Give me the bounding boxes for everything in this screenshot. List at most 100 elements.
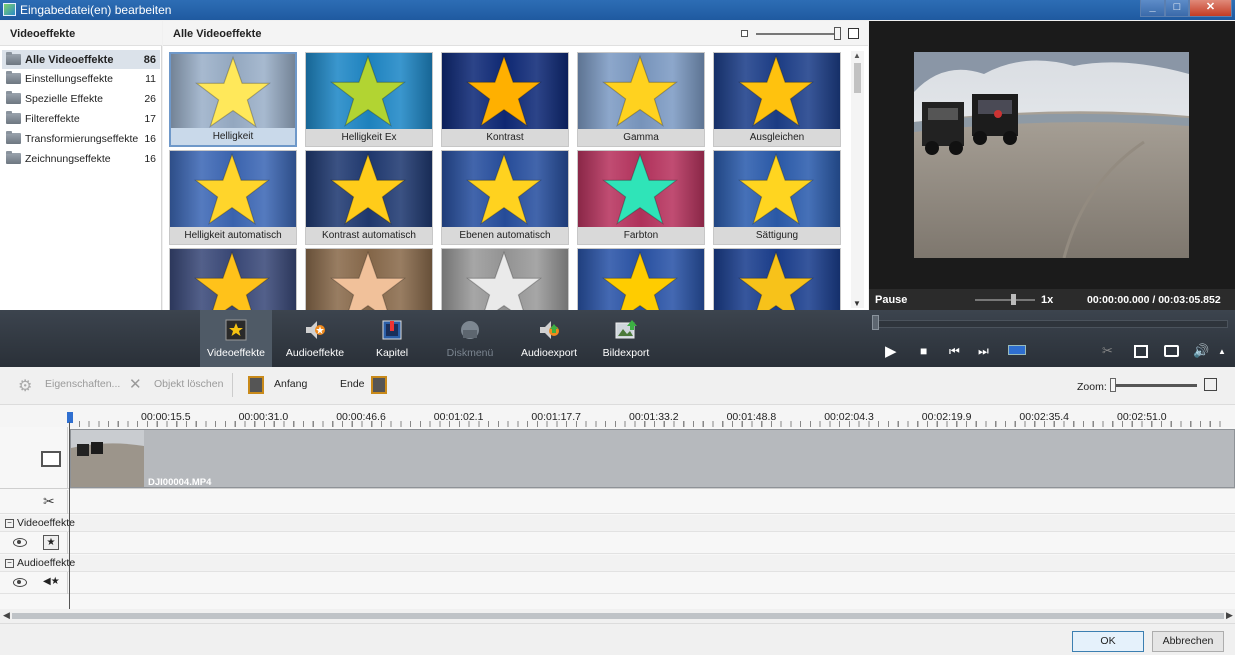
effect-tile[interactable]: Farbton xyxy=(577,150,705,245)
seek-handle[interactable] xyxy=(872,315,879,330)
thumbnail-size-handle[interactable] xyxy=(834,27,841,40)
video-effects-icon xyxy=(224,318,248,342)
tool-videoeffekte[interactable]: Videoeffekte xyxy=(200,310,272,367)
end-marker-button[interactable]: Ende xyxy=(340,378,365,390)
cut-icon[interactable]: ✂ xyxy=(1102,343,1113,359)
timeline-scrollbar[interactable]: ◀ ▶ xyxy=(0,609,1235,623)
effect-tile[interactable]: Ausgleichen xyxy=(713,52,841,147)
effect-label: Farbton xyxy=(578,227,704,244)
scroll-thumb[interactable] xyxy=(12,613,1224,619)
thumbnail-size-slider[interactable] xyxy=(756,33,838,35)
scissors-icon[interactable]: ✂ xyxy=(43,493,55,510)
seek-bar[interactable] xyxy=(877,320,1228,328)
volume-icon[interactable]: 🔊 xyxy=(1193,343,1209,359)
ok-button[interactable]: OK xyxy=(1072,631,1144,652)
large-thumbnail-icon[interactable] xyxy=(848,28,859,39)
tool-bildexport[interactable]: Bildexport xyxy=(590,310,662,367)
video-effect-star-icon[interactable]: ★ xyxy=(43,535,59,550)
stop-icon[interactable]: ■ xyxy=(920,344,927,358)
effect-tile[interactable] xyxy=(577,248,705,310)
playhead-handle[interactable] xyxy=(67,412,73,423)
effect-tile[interactable]: Kontrast xyxy=(441,52,569,147)
effect-tile[interactable]: Ebenen automatisch xyxy=(441,150,569,245)
effect-thumbnail xyxy=(306,249,432,310)
title-bar: Eingabedatei(en) bearbeiten _ □ ✕ xyxy=(0,0,1235,20)
close-button[interactable]: ✕ xyxy=(1189,0,1232,17)
star-icon xyxy=(465,250,543,310)
zoom-slider[interactable] xyxy=(1113,384,1197,387)
zoom-handle[interactable] xyxy=(1110,378,1116,392)
video-clip[interactable]: DJI00004.MP4 xyxy=(70,429,1235,488)
app-icon xyxy=(3,3,16,16)
end-marker-icon[interactable] xyxy=(371,376,387,394)
scroll-left-icon[interactable]: ◀ xyxy=(3,610,10,621)
star-icon xyxy=(737,152,815,225)
category-item-filtereffekte[interactable]: Filtereffekte 17 xyxy=(2,109,160,128)
audio-effects-section[interactable]: − Audioeffekte xyxy=(0,555,1235,572)
minimize-button[interactable]: _ xyxy=(1140,0,1165,17)
video-track-header xyxy=(0,427,68,489)
eye-icon[interactable] xyxy=(13,538,27,547)
tool-audioexport[interactable]: Audioexport xyxy=(513,310,585,367)
small-thumbnail-icon[interactable] xyxy=(741,30,748,37)
divider xyxy=(232,373,233,397)
speed-slider[interactable] xyxy=(975,299,1035,301)
collapse-icon[interactable]: − xyxy=(5,519,14,528)
zoom-fit-icon[interactable] xyxy=(1204,378,1217,391)
tool-kapitel[interactable]: Kapitel xyxy=(356,310,428,367)
category-item-zeichnungseffekte[interactable]: Zeichnungseffekte 16 xyxy=(2,149,160,168)
effect-tile[interactable] xyxy=(305,248,433,310)
grid-scrollbar[interactable]: ▲ ▼ xyxy=(851,51,864,308)
category-item-transformierungseffekte[interactable]: Transformierungseffekte 16 xyxy=(2,129,160,148)
star-icon xyxy=(465,54,543,127)
timeline-ruler[interactable]: 00:00:15.5 00:00:31.0 00:00:46.6 00:01:02.1… xyxy=(0,405,1235,427)
star-icon xyxy=(329,250,407,310)
video-effects-section[interactable]: − Videoeffekte xyxy=(0,515,1235,532)
effect-tile[interactable]: Helligkeit Ex xyxy=(305,52,433,147)
category-item-einstellungseffekte[interactable]: Einstellungseffekte 11 xyxy=(2,69,160,88)
effect-label: Kontrast automatisch xyxy=(306,227,432,244)
volume-menu-icon[interactable]: ▲ xyxy=(1218,347,1226,356)
effect-tile[interactable]: Gamma xyxy=(577,52,705,147)
folder-icon xyxy=(6,91,21,104)
maximize-button[interactable]: □ xyxy=(1165,0,1189,17)
effect-thumbnail xyxy=(578,249,704,310)
star-icon xyxy=(193,250,271,310)
start-marker-icon[interactable] xyxy=(248,376,264,394)
play-icon[interactable]: ▶ xyxy=(885,342,897,360)
category-item-spezielle-effekte[interactable]: Spezielle Effekte 26 xyxy=(2,89,160,108)
scroll-right-icon[interactable]: ▶ xyxy=(1226,610,1233,621)
collapse-icon[interactable]: − xyxy=(5,559,14,568)
category-item-alle-videoeffekte[interactable]: Alle Videoeffekte 86 xyxy=(2,50,160,69)
effect-tile[interactable]: Helligkeit automatisch xyxy=(169,150,297,245)
previous-frame-icon[interactable]: ⏮ xyxy=(949,344,960,359)
next-frame-icon[interactable]: ⏭ xyxy=(978,344,989,359)
star-icon xyxy=(329,152,407,225)
effect-tile[interactable] xyxy=(713,248,841,310)
fullscreen-icon[interactable] xyxy=(1134,345,1148,358)
tool-audioeffekte[interactable]: Audioeffekte xyxy=(279,310,351,367)
tool-diskmenue[interactable]: Diskmenü xyxy=(434,310,506,367)
delete-object-button[interactable]: Objekt löschen xyxy=(154,378,223,390)
scroll-up-icon[interactable]: ▲ xyxy=(853,51,861,60)
cancel-button[interactable]: Abbrechen xyxy=(1152,631,1224,652)
properties-button[interactable]: Eigenschaften... xyxy=(45,378,120,390)
folder-icon xyxy=(6,111,21,124)
effect-tile[interactable]: Sättigung xyxy=(713,150,841,245)
effect-tile[interactable] xyxy=(169,248,297,310)
effect-tile[interactable]: Helligkeit xyxy=(169,52,297,147)
start-marker-button[interactable]: Anfang xyxy=(274,378,307,390)
effect-tile[interactable] xyxy=(441,248,569,310)
audio-effect-speaker-icon[interactable]: ◀★ xyxy=(43,575,60,590)
scroll-down-icon[interactable]: ▼ xyxy=(853,299,861,308)
tool-label: Kapitel xyxy=(375,347,409,359)
snapshot-icon[interactable] xyxy=(1164,345,1179,357)
video-effects-header: ★ xyxy=(0,532,68,554)
loop-icon[interactable] xyxy=(1008,345,1026,355)
effect-tile[interactable]: Kontrast automatisch xyxy=(305,150,433,245)
speed-slider-handle[interactable] xyxy=(1011,294,1016,305)
eye-icon[interactable] xyxy=(13,578,27,587)
playhead[interactable] xyxy=(67,412,73,609)
category-header: Videoeffekte xyxy=(0,21,162,46)
scroll-thumb[interactable] xyxy=(854,63,861,93)
